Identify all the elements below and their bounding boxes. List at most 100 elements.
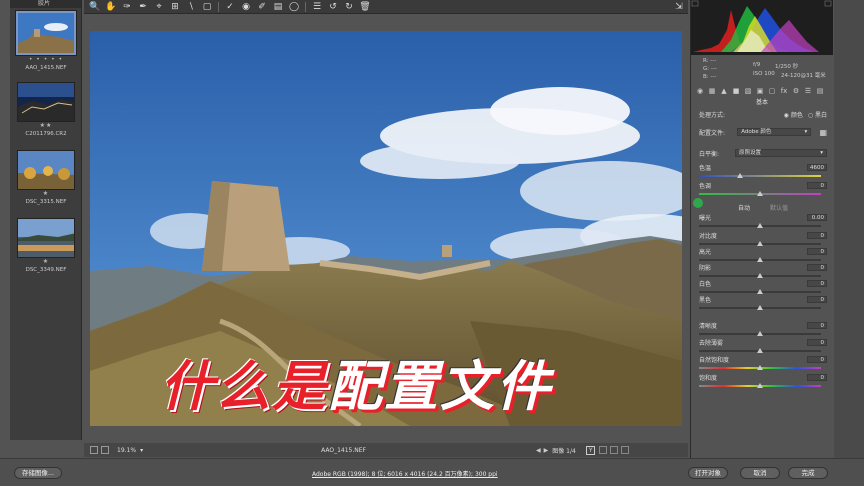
detail-tab-icon[interactable]: ▲ bbox=[720, 87, 728, 95]
prev-image-icon[interactable]: ◀ bbox=[536, 447, 541, 454]
straighten-icon[interactable]: ∖ bbox=[186, 2, 196, 12]
default-button[interactable]: 默认值 bbox=[770, 203, 788, 212]
swap-icon[interactable] bbox=[599, 446, 608, 454]
zoom-in-icon[interactable] bbox=[101, 446, 109, 454]
highlights-slider[interactable] bbox=[699, 257, 821, 262]
treatment-bw-radio[interactable]: ○ 黑白 bbox=[808, 110, 827, 119]
thumbnail-filename: C2011796.CR2 bbox=[25, 131, 67, 137]
wb-dropdown[interactable]: 原照设置 ▾ bbox=[735, 149, 827, 157]
saturation-value[interactable]: 0 bbox=[807, 373, 827, 381]
save-image-button[interactable]: 存储图像... bbox=[14, 467, 62, 479]
rating-stars[interactable]: ★ bbox=[13, 190, 79, 198]
tone-curve-tab-icon[interactable]: ▦ bbox=[708, 87, 716, 95]
transform-icon[interactable]: ▢ bbox=[202, 2, 212, 12]
preferences-icon[interactable]: ☰ bbox=[312, 2, 322, 12]
thumbnail[interactable] bbox=[17, 218, 75, 258]
split-toning-tab-icon[interactable]: ▧ bbox=[744, 87, 752, 95]
cancel-button[interactable]: 取消 bbox=[740, 467, 780, 479]
lens-tab-icon[interactable]: ▣ bbox=[756, 87, 764, 95]
treatment-row: 处理方式: ◉ 颜色 ○ 黑白 bbox=[699, 109, 827, 119]
saturation-slider[interactable] bbox=[699, 383, 821, 388]
white-balance-icon[interactable]: ✑ bbox=[122, 2, 132, 12]
chevron-down-icon[interactable]: ▾ bbox=[140, 447, 143, 454]
profile-browser-icon[interactable]: ▦ bbox=[819, 128, 827, 137]
radial-filter-icon[interactable]: ◯ bbox=[289, 2, 299, 12]
red-eye-icon[interactable]: ◉ bbox=[241, 2, 251, 12]
contrast-slider[interactable] bbox=[699, 241, 821, 246]
rotate-left-icon[interactable]: ↺ bbox=[328, 2, 338, 12]
dehaze-value[interactable]: 0 bbox=[807, 338, 827, 346]
profile-dropdown[interactable]: Adobe 颜色 ▾ bbox=[737, 128, 812, 136]
blacks-value[interactable]: 0 bbox=[807, 295, 827, 303]
treatment-color-radio[interactable]: ◉ 颜色 bbox=[784, 110, 803, 119]
color-sampler-icon[interactable]: ✒ bbox=[138, 2, 148, 12]
exposure-slider[interactable] bbox=[699, 223, 821, 228]
profile-label: 配置文件: bbox=[699, 129, 726, 137]
toggle-icon[interactable] bbox=[621, 446, 630, 454]
workflow-options-link[interactable]: Adobe RGB (1998); 8 位; 6016 x 4016 (24.2… bbox=[312, 469, 498, 478]
panel-icon[interactable]: ⇲ bbox=[674, 2, 684, 12]
rating-stars[interactable]: ★ bbox=[13, 258, 79, 266]
copy-settings-icon[interactable] bbox=[610, 446, 619, 454]
slider-row-dehaze: 去除薄雾 0 bbox=[699, 337, 827, 347]
snapshots-tab-icon[interactable]: ▤ bbox=[816, 87, 824, 95]
filmstrip-item[interactable]: ★ DSC_3315.NEF bbox=[13, 150, 79, 206]
temp-slider[interactable] bbox=[699, 173, 821, 178]
calibration-tab-icon[interactable]: ⚙ bbox=[792, 87, 800, 95]
zoom-out-icon[interactable] bbox=[90, 446, 98, 454]
dehaze-slider[interactable] bbox=[699, 348, 821, 353]
caption-white: 配置文件 bbox=[328, 355, 552, 418]
thumbnail[interactable] bbox=[17, 150, 75, 190]
auto-button[interactable]: 自动 bbox=[738, 203, 750, 212]
crop-icon[interactable]: ⊞ bbox=[170, 2, 180, 12]
presets-tab-icon[interactable]: ☰ bbox=[804, 87, 812, 95]
highlights-value[interactable]: 0 bbox=[807, 247, 827, 255]
open-object-button[interactable]: 打开对象 bbox=[688, 467, 728, 479]
tint-slider[interactable] bbox=[699, 191, 821, 196]
spot-removal-icon[interactable]: ✓ bbox=[225, 2, 235, 12]
whites-value[interactable]: 0 bbox=[807, 279, 827, 287]
slider-row-clarity: 清晰度 0 bbox=[699, 320, 827, 330]
zoom-level[interactable]: 19.1% bbox=[117, 447, 136, 454]
thumbnail[interactable] bbox=[15, 10, 77, 56]
vibrance-slider[interactable] bbox=[699, 365, 821, 370]
hsl-tab-icon[interactable]: ■ bbox=[732, 87, 740, 95]
slider-row-saturation: 饱和度 0 bbox=[699, 372, 827, 382]
target-adjust-icon[interactable]: ⌖ bbox=[154, 2, 164, 12]
graduated-filter-icon[interactable]: ▤ bbox=[273, 2, 283, 12]
next-image-icon[interactable]: ▶ bbox=[544, 447, 549, 454]
adjustment-brush-icon[interactable]: ✐ bbox=[257, 2, 267, 12]
filmstrip-item[interactable]: • • • • • AAO_1415.NEF bbox=[13, 10, 79, 72]
before-after-icon[interactable]: Y bbox=[585, 445, 596, 455]
effects-tab-icon[interactable]: fx bbox=[780, 87, 788, 95]
histogram-graph bbox=[691, 0, 833, 55]
hand-icon[interactable]: ✋ bbox=[105, 2, 116, 12]
vibrance-value[interactable]: 0 bbox=[807, 355, 827, 363]
filmstrip-item[interactable]: ★ DSC_3349.NEF bbox=[13, 218, 79, 274]
clarity-slider[interactable] bbox=[699, 331, 821, 336]
basic-tab-icon[interactable]: ◉ bbox=[696, 87, 704, 95]
thumbnail[interactable] bbox=[17, 82, 75, 122]
right-panel: R: --- G: --- B: --- f/9 1/250 秒 ISO 100… bbox=[690, 0, 864, 458]
blacks-slider[interactable] bbox=[699, 305, 821, 310]
filmstrip-item[interactable]: ★★ C2011796.CR2 bbox=[13, 82, 79, 138]
shadows-slider[interactable] bbox=[699, 273, 821, 278]
zoom-icon[interactable]: 🔍 bbox=[89, 2, 100, 12]
tint-value[interactable]: 0 bbox=[807, 181, 827, 189]
rotate-right-icon[interactable]: ↻ bbox=[344, 2, 354, 12]
rgb-readout-r: R: --- bbox=[703, 58, 717, 64]
contrast-value[interactable]: 0 bbox=[807, 231, 827, 239]
panel-scrollstrip[interactable] bbox=[834, 0, 864, 458]
exposure-value[interactable]: 0.00 bbox=[807, 213, 827, 221]
slider-row-shadows: 阴影 0 bbox=[699, 262, 827, 272]
done-button[interactable]: 完成 bbox=[788, 467, 828, 479]
temp-value[interactable]: 4600 bbox=[807, 163, 827, 171]
rating-stars[interactable]: ★★ bbox=[13, 122, 79, 130]
whites-slider[interactable] bbox=[699, 289, 821, 294]
clarity-value[interactable]: 0 bbox=[807, 321, 827, 329]
transform-tab-icon[interactable]: ▢ bbox=[768, 87, 776, 95]
shadows-value[interactable]: 0 bbox=[807, 263, 827, 271]
trash-icon[interactable]: 🗑 bbox=[359, 2, 370, 12]
exif-aperture: f/9 bbox=[753, 62, 761, 68]
rating-stars[interactable]: • • • • • bbox=[13, 56, 79, 64]
